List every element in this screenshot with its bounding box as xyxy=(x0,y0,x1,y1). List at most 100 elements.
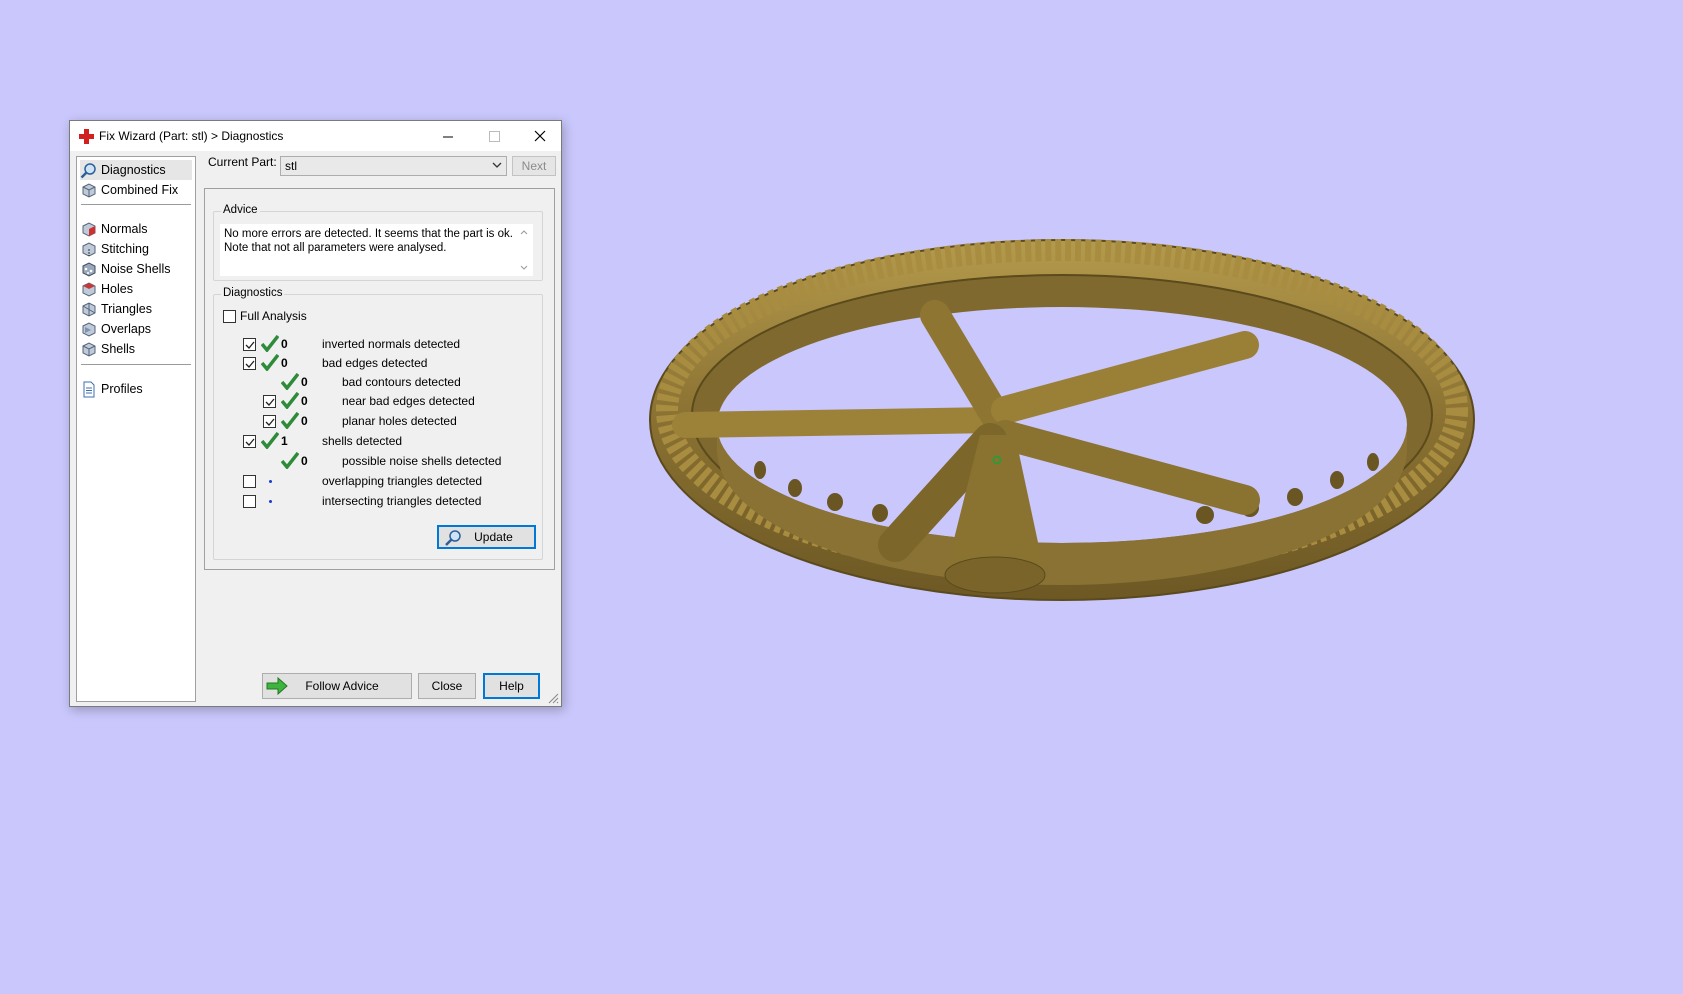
follow-advice-button[interactable]: Follow Advice xyxy=(262,673,412,699)
planar-holes-count: 0 xyxy=(301,414,308,428)
follow-advice-label: Follow Advice xyxy=(305,679,379,693)
inverted-normals-checkbox[interactable] xyxy=(243,338,256,351)
advice-line-2: Note that not all parameters were analys… xyxy=(224,242,447,254)
intersecting-triangles-checkbox[interactable] xyxy=(243,495,256,508)
inverted-normals-label: inverted normals detected xyxy=(322,337,461,351)
current-part-label: Current Part: xyxy=(208,155,277,169)
shells-count: 1 xyxy=(281,434,288,448)
ok-check-icon xyxy=(281,412,299,429)
nav-item-label: Overlaps xyxy=(101,322,152,336)
bad-contours-count: 0 xyxy=(301,375,308,389)
document-icon xyxy=(83,381,95,397)
close-button[interactable]: Close xyxy=(418,673,476,699)
nav-item-overlaps[interactable]: Overlaps xyxy=(80,319,192,339)
checkmark-icon xyxy=(245,360,254,368)
advice-group: Advice No more errors are detected. It s… xyxy=(213,204,543,281)
help-button[interactable]: Help xyxy=(483,673,540,699)
update-button[interactable]: Update xyxy=(437,525,536,549)
nav-item-noise-shells[interactable]: Noise Shells xyxy=(80,259,192,279)
close-window-button[interactable] xyxy=(517,121,563,151)
next-button[interactable]: Next xyxy=(512,156,556,176)
ok-check-icon xyxy=(261,354,279,371)
nav-item-normals[interactable]: Normals xyxy=(80,219,192,239)
checkmark-icon xyxy=(265,398,274,406)
ok-check-icon xyxy=(281,392,299,409)
advice-scrollbar[interactable] xyxy=(517,226,531,274)
bad-edges-count: 0 xyxy=(281,356,288,370)
noise-shells-count: 0 xyxy=(301,454,308,468)
near-bad-edges-label: near bad edges detected xyxy=(342,394,475,408)
nav-item-diagnostics[interactable]: Diagnostics xyxy=(80,160,192,180)
nav-item-label: Profiles xyxy=(101,382,143,396)
overlapping-triangles-checkbox[interactable] xyxy=(243,475,256,488)
ok-check-icon xyxy=(261,432,279,449)
overlaps-cube-icon xyxy=(82,321,96,337)
nav-item-label: Noise Shells xyxy=(101,262,171,276)
nav-item-profiles[interactable]: Profiles xyxy=(80,379,192,399)
noise-shells-label: possible noise shells detected xyxy=(342,454,502,468)
current-part-value: stl xyxy=(285,159,297,173)
window-title: Fix Wizard (Part: stl) > Diagnostics xyxy=(99,129,284,143)
ring-3d-model[interactable] xyxy=(645,210,1480,640)
magnifier-icon xyxy=(445,530,461,546)
red-cross-icon xyxy=(79,129,94,144)
nav-item-triangles[interactable]: Triangles xyxy=(80,299,192,319)
nav-item-label: Triangles xyxy=(101,302,152,316)
planar-holes-label: planar holes detected xyxy=(342,414,457,428)
ok-check-icon xyxy=(281,373,299,390)
triangles-cube-icon xyxy=(82,301,96,317)
advice-text-box: No more errors are detected. It seems th… xyxy=(220,224,533,276)
nav-item-label: Diagnostics xyxy=(101,163,166,177)
maximize-button[interactable] xyxy=(471,121,517,151)
shells-checkbox[interactable] xyxy=(243,435,256,448)
nav-item-combined-fix[interactable]: Combined Fix xyxy=(80,180,192,200)
nav-item-label: Normals xyxy=(101,222,148,236)
full-analysis-label: Full Analysis xyxy=(240,309,307,323)
cube-icon xyxy=(82,182,96,198)
diagnostics-group: Diagnostics Full Analysis 0 inverted nor… xyxy=(213,287,543,560)
inverted-normals-count: 0 xyxy=(281,337,288,351)
current-part-select[interactable]: stl xyxy=(280,156,507,176)
nav-item-holes[interactable]: Holes xyxy=(80,279,192,299)
update-label: Update xyxy=(474,530,513,544)
near-bad-edges-count: 0 xyxy=(301,394,308,408)
advice-title: Advice xyxy=(221,204,260,216)
holes-cube-icon xyxy=(82,281,96,297)
not-analysed-dot xyxy=(269,480,272,483)
bad-edges-checkbox[interactable] xyxy=(243,357,256,370)
near-bad-edges-checkbox[interactable] xyxy=(263,395,276,408)
nav-item-stitching[interactable]: Stitching xyxy=(80,239,192,259)
noise-shells-icon xyxy=(82,261,96,277)
arrow-right-icon xyxy=(266,677,288,695)
bad-contours-label: bad contours detected xyxy=(342,375,461,389)
intersecting-triangles-label: intersecting triangles detected xyxy=(322,494,482,508)
diagnostics-title: Diagnostics xyxy=(221,287,285,299)
magnifier-icon xyxy=(80,162,96,178)
full-analysis-checkbox[interactable] xyxy=(223,310,236,323)
checkmark-icon xyxy=(265,418,274,426)
nav-item-label: Combined Fix xyxy=(101,183,179,197)
title-bar[interactable]: Fix Wizard (Part: stl) > Diagnostics xyxy=(70,121,561,151)
fix-wizard-dialog: Fix Wizard (Part: stl) > Diagnostics Dia… xyxy=(69,120,562,707)
ok-check-icon xyxy=(281,452,299,469)
planar-holes-checkbox[interactable] xyxy=(263,415,276,428)
minimize-button[interactable] xyxy=(425,121,471,151)
bad-edges-label: bad edges detected xyxy=(322,356,428,370)
diagnostics-panel: Advice No more errors are detected. It s… xyxy=(204,188,555,570)
shells-cube-icon xyxy=(82,341,96,357)
nav-item-shells[interactable]: Shells xyxy=(80,339,192,359)
chevron-down-icon xyxy=(492,162,502,168)
checkmark-icon xyxy=(245,341,254,349)
checkmark-icon xyxy=(245,438,254,446)
not-analysed-dot xyxy=(269,500,272,503)
nav-divider xyxy=(81,204,191,205)
wizard-nav: Diagnostics Combined Fix Normals Stitchi… xyxy=(76,156,196,702)
maximize-icon xyxy=(488,130,500,142)
nav-item-label: Holes xyxy=(101,282,133,296)
advice-line-1: No more errors are detected. It seems th… xyxy=(224,228,513,240)
shells-label: shells detected xyxy=(322,434,403,448)
normals-cube-icon xyxy=(82,221,96,237)
nav-divider xyxy=(81,364,191,365)
resize-grip-icon[interactable] xyxy=(548,693,559,704)
overlapping-triangles-label: overlapping triangles detected xyxy=(322,474,483,488)
